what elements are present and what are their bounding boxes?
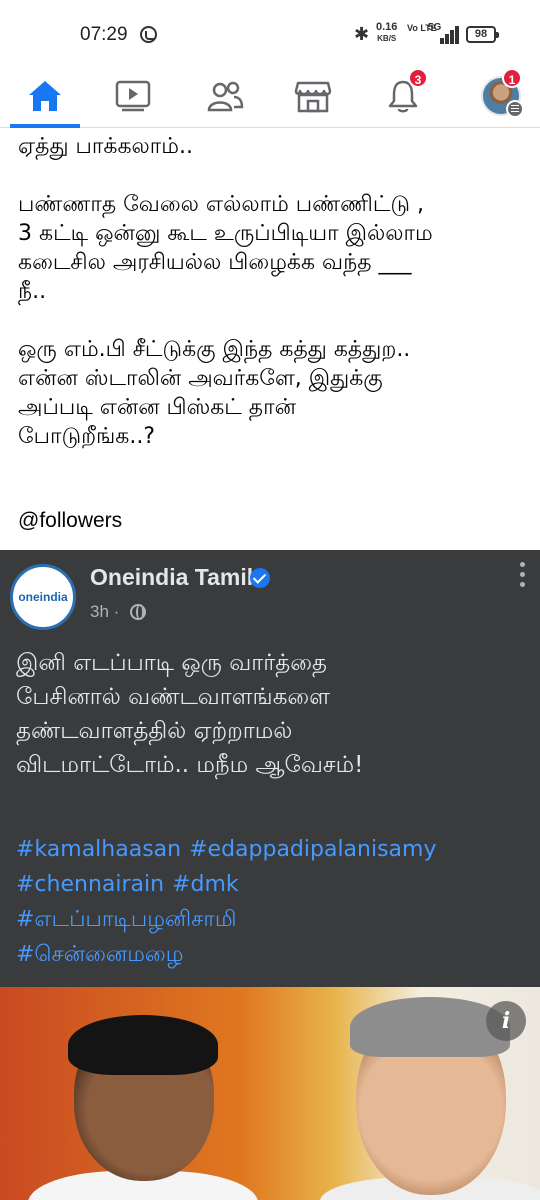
shared-post-line: தண்டவாளத்தில் ஏற்றாமல் [16,718,293,744]
post-line: ஒரு எம்.பி சீட்டுக்கு இந்த கத்து கத்துற.… [18,337,411,362]
menu-icon [506,100,524,118]
home-icon [29,81,61,111]
marketplace-icon [294,81,332,113]
post-line: ஏத்து பாக்கலாம்.. [18,134,193,159]
page-logo-text: oneindia [18,590,68,604]
photo-person-left [28,1015,258,1200]
status-bar: 07:29 ✱ 0.16 KB/S Vo LTE 5G 98 [0,0,540,66]
post-timestamp[interactable]: 3h · [90,602,119,622]
battery-indicator: 98 [466,26,499,43]
network-speed-unit: KB/S [377,34,397,43]
top-nav-bar: 3 1 [0,66,540,128]
friends-icon [207,81,244,112]
hashtag-link[interactable]: #dmk [172,867,239,902]
info-icon[interactable]: i [486,1001,526,1041]
notification-badge: 3 [408,68,428,88]
followers-mention[interactable]: @followers [18,509,122,533]
page-logo[interactable]: oneindia [10,564,76,630]
globe-icon [130,604,146,620]
menu-badge: 1 [502,68,522,88]
post-line: என்ன ஸ்டாலின் அவர்களே, இதுக்கு [18,366,383,391]
hashtags: #kamalhaasan #edappadipalanisamy #chennai… [16,832,526,972]
post-line: பண்ணாத வேலை எல்லாம் பண்ணிட்டு , [18,192,425,217]
nav-tab-friends[interactable] [190,66,260,126]
hashtag-link[interactable]: #சென்னைமழை [16,937,183,972]
shared-post-line: இனி எடப்பாடி ஒரு வார்த்தை [16,650,327,676]
hashtag-link[interactable]: #edappadipalanisamy [189,832,436,867]
signal-icon [440,26,460,44]
nav-tab-notifications[interactable]: 3 [368,66,438,126]
post-line: அப்படி என்ன பிஸ்கட் தான் [18,395,296,420]
post-line: கடைசில அரசியல்ல பிழைக்க வந்த ___ [18,250,412,275]
post-line: நீ.. [18,279,47,304]
page-name[interactable]: Oneindia Tamil [90,564,253,591]
network-speed-value: 0.16 [376,21,398,33]
hashtag-link[interactable]: #chennairain [16,867,164,902]
post-line [18,306,528,335]
shared-post-text: இனி எடப்பாடி ஒரு வார்த்தை பேசினால் வண்டவ… [16,646,526,782]
bluetooth-icon: ✱ [354,24,370,45]
nav-tab-watch[interactable] [98,66,168,126]
shared-post-card[interactable]: oneindia Oneindia Tamil 3h · இனி எடப்பாட… [0,550,540,1200]
nav-tab-profile-menu[interactable]: 1 [466,66,536,126]
post-photo[interactable]: i [0,987,540,1200]
nav-tab-home[interactable] [10,66,80,128]
shared-post-line: விடமாட்டோம்.. மநீம ஆவேசம்! [16,752,364,778]
hashtag-link[interactable]: #எடப்பாடிபழனிசாமி [16,902,237,937]
network-speed: 0.16 KB/S [376,22,397,44]
shared-post-line: பேசினால் வண்டவாளங்களை [16,684,330,710]
nav-tab-marketplace[interactable] [278,66,348,126]
status-time: 07:29 [80,24,128,45]
video-icon [115,80,151,112]
whatsapp-notification-icon [140,26,157,43]
post-text: ஏத்து பாக்கலாம்.. பண்ணாத வேலை எல்லாம் பண… [18,132,528,451]
post-line [18,161,528,190]
more-options-icon[interactable] [518,562,526,592]
verified-badge-icon [250,568,270,588]
post-line: போடுறீங்க..? [18,424,156,449]
post-line: 3 கட்டி ஒன்னு கூட உருப்பிடியா இல்லாம [18,221,433,246]
hashtag-link[interactable]: #kamalhaasan [16,832,181,867]
